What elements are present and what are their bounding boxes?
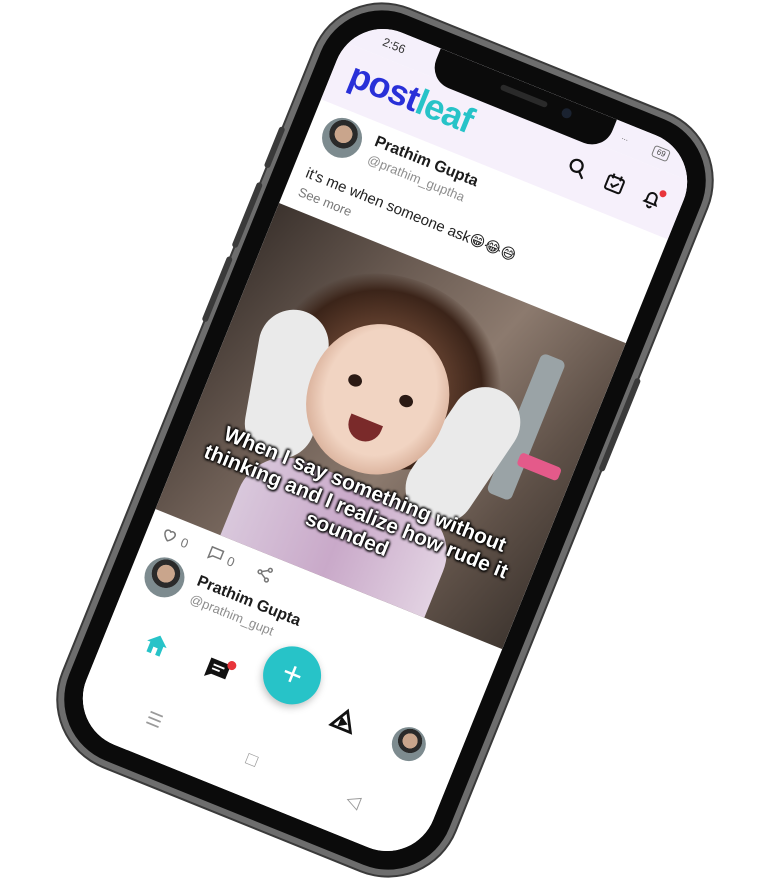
background-pink-object — [516, 451, 563, 482]
like-button[interactable]: 0 — [157, 524, 192, 553]
profile-avatar[interactable] — [386, 721, 431, 767]
comment-count: 0 — [224, 552, 238, 570]
calendar-check-icon[interactable] — [599, 168, 630, 199]
share-button[interactable] — [252, 562, 276, 587]
signal-indicator: ... — [620, 132, 631, 143]
bell-icon[interactable] — [636, 183, 668, 214]
front-camera — [560, 106, 574, 120]
search-icon[interactable] — [562, 153, 593, 184]
battery-indicator: 69 — [650, 144, 672, 163]
share-icon — [252, 561, 277, 587]
author-avatar[interactable] — [316, 111, 369, 164]
heart-icon — [157, 523, 182, 549]
menu-nav-button[interactable]: ☰ — [143, 708, 165, 734]
home-tab[interactable] — [138, 627, 174, 663]
back-nav-button[interactable]: ◁ — [343, 789, 363, 814]
video-tab[interactable] — [326, 703, 362, 739]
comment-icon — [203, 542, 228, 568]
comment-button[interactable]: 0 — [204, 542, 239, 571]
status-time: 2:56 — [380, 34, 408, 57]
home-nav-button[interactable]: □ — [243, 748, 261, 772]
phone-device: 2:56 ... 69 postleaf Prathim Gupta @prat… — [44, 0, 726, 890]
video-icon — [324, 708, 356, 743]
chat-icon — [198, 657, 231, 692]
chat-tab[interactable] — [199, 652, 238, 688]
like-count: 0 — [178, 534, 191, 551]
home-icon — [137, 635, 169, 667]
